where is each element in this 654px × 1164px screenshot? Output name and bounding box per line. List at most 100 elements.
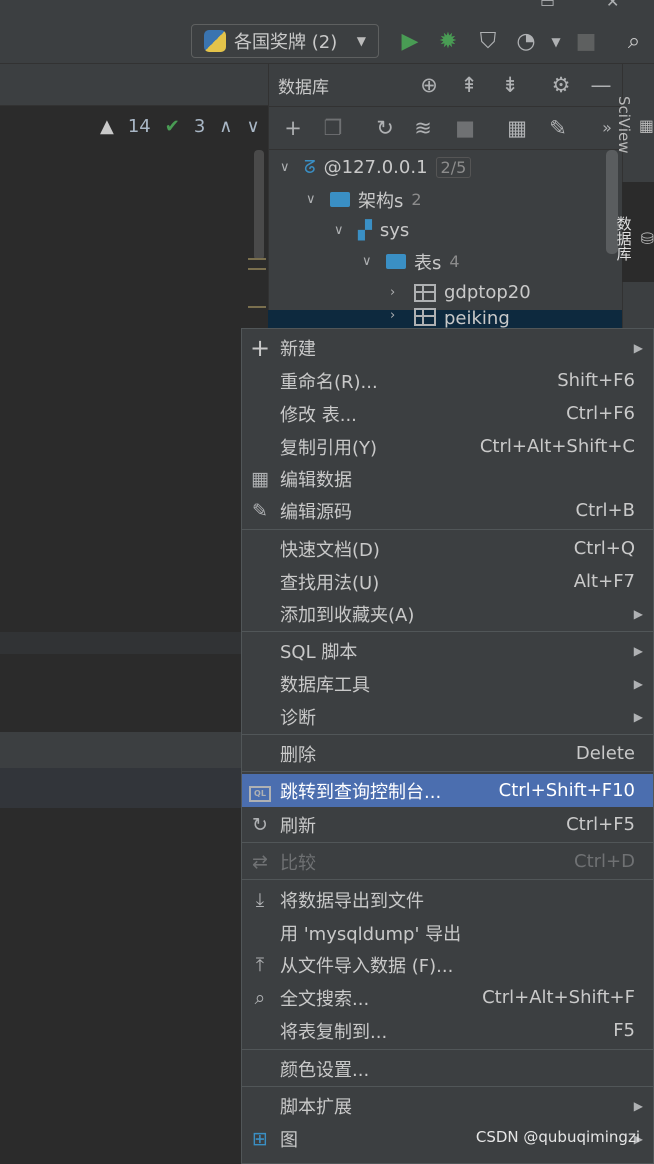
coverage-icon[interactable]: ⛉ [474, 28, 502, 56]
submenu-arrow-icon: ▶ [633, 340, 643, 355]
menu-item-edit-data[interactable]: ▦ 编辑数据 [242, 462, 653, 495]
compare-icon: ⇄ [252, 850, 268, 873]
menu-separator [242, 1049, 653, 1050]
profile-dropdown-icon[interactable]: ▼ [542, 28, 570, 56]
menu-item-copy-reference[interactable]: 复制引用(Y) Ctrl+Alt+Shift+C [242, 430, 653, 463]
editor-area[interactable] [0, 64, 268, 1164]
expand-all-icon[interactable]: ⇞ [456, 72, 482, 98]
refresh-icon[interactable]: ↻ [372, 114, 398, 142]
table-icon [414, 308, 436, 326]
tab-database[interactable]: ⛁ 数据库 [615, 182, 654, 282]
add-icon[interactable]: + [280, 114, 306, 142]
collapse-all-icon[interactable]: ⇟ [497, 72, 523, 98]
run-icon[interactable]: ▶ [396, 28, 424, 56]
window-restore-icon[interactable]: ▭ [540, 0, 555, 11]
menu-item-label: 刷新 [280, 815, 316, 837]
menu-item-label: 数据库工具 [280, 674, 370, 696]
menu-item-shortcut: Ctrl+F5 [566, 814, 635, 835]
gear-icon[interactable]: ⚙ [548, 72, 574, 98]
editor-tab-bar [0, 64, 268, 106]
menu-item-label: 全文搜索... [280, 988, 370, 1010]
inspection-widget[interactable]: ▲ 14 ✔ 3 ∧ ∨ [100, 116, 260, 137]
menu-item-shortcut: Ctrl+F6 [566, 403, 635, 424]
schema-icon: ▞ [358, 220, 372, 241]
menu-item-jump-to-console[interactable]: QL 跳转到查询控制台... Ctrl+Shift+F10 [242, 774, 653, 807]
tree-item-gdptop20[interactable]: › gdptop20 [390, 277, 531, 308]
menu-item-label: 跳转到查询控制台... [280, 781, 442, 803]
warning-icon: ▲ [100, 116, 114, 137]
gutter-marker [248, 258, 266, 260]
profile-icon[interactable]: ◔ [512, 28, 540, 56]
menu-item-diagnostics[interactable]: 诊断 ▶ [242, 700, 653, 733]
menu-separator [242, 529, 653, 530]
tree-item-peiking[interactable]: › peiking [390, 308, 510, 328]
menu-item-find-usages[interactable]: 查找用法(U) Alt+F7 [242, 565, 653, 598]
editor-scrollbar[interactable] [254, 150, 264, 260]
close-icon[interactable]: ✕ [606, 0, 619, 11]
gutter-marker [248, 268, 266, 270]
chevron-down-icon: ∨ [280, 160, 290, 175]
tree-item-count: 2 [411, 190, 422, 209]
menu-item-edit-source[interactable]: ✎ 编辑源码 Ctrl+B [242, 494, 653, 527]
menu-item-shortcut: Shift+F6 [557, 370, 635, 391]
menu-item-shortcut: F5 [613, 1020, 635, 1041]
warning-count: 14 [127, 116, 151, 137]
schema-sync-icon[interactable]: ≋ [410, 114, 436, 142]
tree-item-host[interactable]: ∨ ᘔ @127.0.0.1 2/5 [280, 152, 472, 183]
menu-item-rename[interactable]: 重命名(R)... Shift+F6 [242, 364, 653, 397]
tree-item-label: sys [379, 220, 410, 241]
menu-item-compare[interactable]: ⇄ 比较 Ctrl+D [242, 845, 653, 878]
menu-item-mysqldump-export[interactable]: 用 'mysqldump' 导出 [242, 916, 653, 949]
menu-item-shortcut: Ctrl+Q [573, 538, 635, 559]
menu-item-scripted-extensions[interactable]: 脚本扩展 ▶ [242, 1089, 653, 1122]
menu-item-database-tools[interactable]: 数据库工具 ▶ [242, 667, 653, 700]
menu-item-label: 复制引用(Y) [280, 437, 378, 459]
menu-separator [242, 734, 653, 735]
schema-count-badge: 2/5 [435, 157, 472, 178]
menu-separator [242, 1086, 653, 1087]
menu-item-sql-scripts[interactable]: SQL 脚本 ▶ [242, 634, 653, 667]
menu-item-export-to-file[interactable]: ⤓ 将数据导出到文件 [242, 883, 653, 916]
stop-icon[interactable]: ■ [452, 114, 478, 142]
table-view-icon[interactable]: ▦ [504, 114, 530, 142]
menu-item-label: 诊断 [280, 707, 316, 729]
menu-item-copy-table-to[interactable]: 将表复制到... F5 [242, 1014, 653, 1047]
menu-separator [242, 631, 653, 632]
minimize-icon[interactable]: — [588, 72, 614, 98]
tab-sciview[interactable]: ▦ SciView [615, 72, 654, 172]
menu-item-refresh[interactable]: ↻ 刷新 Ctrl+F5 [242, 808, 653, 841]
menu-item-label: 比较 [280, 852, 316, 874]
table-icon [414, 283, 436, 302]
menu-item-import-from-file[interactable]: ⤒ 从文件导入数据 (F)... [242, 948, 653, 981]
menu-item-shortcut: Ctrl+B [575, 500, 635, 521]
debug-icon[interactable]: ✹ [434, 28, 462, 56]
crosshair-icon[interactable]: ⊕ [416, 72, 442, 98]
menu-item-color-settings[interactable]: 颜色设置... [242, 1052, 653, 1085]
menu-item-quick-doc[interactable]: 快速文档(D) Ctrl+Q [242, 532, 653, 565]
menu-item-label: SQL 脚本 [280, 641, 358, 663]
stop-icon[interactable]: ■ [572, 28, 600, 56]
menu-item-new[interactable]: + 新建 ▶ [242, 331, 653, 364]
search-icon[interactable]: ⌕ [620, 28, 648, 56]
menu-item-label: 脚本扩展 [280, 1096, 352, 1118]
menu-item-label: 编辑数据 [280, 469, 352, 491]
submenu-arrow-icon: ▶ [633, 1098, 643, 1113]
tree-item-schemas[interactable]: ∨ 架构s 2 [306, 184, 422, 215]
menu-item-add-to-favorites[interactable]: 添加到收藏夹(A) ▶ [242, 597, 653, 630]
context-menu: + 新建 ▶ 重命名(R)... Shift+F6 修改 表... Ctrl+F… [241, 328, 654, 1164]
menu-separator [242, 842, 653, 843]
edit-icon[interactable]: ✎ [545, 114, 571, 142]
run-config-selector[interactable]: 各国奖牌 (2) ▼ [191, 24, 379, 58]
run-config-label: 各国奖牌 (2) [234, 32, 338, 53]
menu-item-delete[interactable]: 删除 Delete [242, 737, 653, 770]
tree-item-sys[interactable]: ∨ ▞ sys [334, 215, 409, 246]
tab-sciview-label: SciView [614, 96, 633, 154]
duplicate-icon[interactable]: ❐ [320, 114, 346, 142]
menu-item-full-text-search[interactable]: ⌕ 全文搜索... Ctrl+Alt+Shift+F [242, 981, 653, 1014]
menu-item-modify-table[interactable]: 修改 表... Ctrl+F6 [242, 397, 653, 430]
previous-highlight-icon[interactable]: ∧ [219, 116, 232, 137]
next-highlight-icon[interactable]: ∨ [246, 116, 259, 137]
menu-item-label: 编辑源码 [280, 501, 352, 523]
refresh-icon: ↻ [252, 813, 268, 836]
tree-item-tables[interactable]: ∨ 表s 4 [362, 246, 460, 277]
